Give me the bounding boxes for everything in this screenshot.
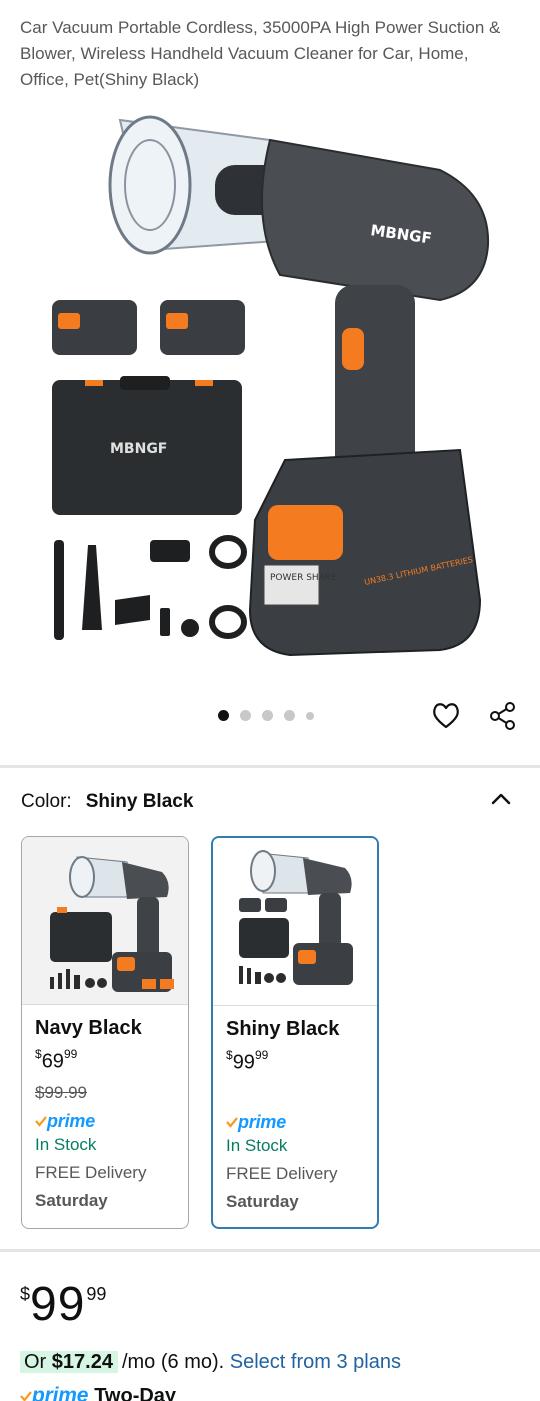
prime-check-icon: [226, 1117, 238, 1128]
variant-swatch-shiny-black[interactable]: Shiny Black $9999 prime In Stock FREE De…: [211, 836, 379, 1229]
product-title: Car Vacuum Portable Cordless, 35000PA Hi…: [20, 18, 501, 89]
delivery-day: Saturday: [35, 1191, 108, 1210]
list-price: [226, 1084, 377, 1106]
vacuum-body: POWER SHARE UN38.3 LITHIUM BATTERIES MBN…: [248, 138, 490, 657]
prime-badge: prime: [35, 1109, 188, 1133]
delivery-text: FREE Delivery: [226, 1164, 338, 1183]
section-divider: [0, 1249, 540, 1252]
installment-amount: $17.24: [51, 1351, 113, 1373]
variant-swatch-navy-black[interactable]: Navy Black $6999 $99.99 prime In Stock F…: [21, 836, 189, 1229]
wishlist-button[interactable]: [430, 700, 462, 732]
case-logo: MBNGF: [110, 441, 167, 457]
gallery-dot[interactable]: [218, 710, 229, 721]
prime-label: prime: [47, 1110, 96, 1131]
installment-prefix: Or: [24, 1351, 47, 1373]
gallery-dot[interactable]: [284, 710, 295, 721]
prime-label: prime: [238, 1111, 287, 1132]
stock-status: In Stock: [35, 1135, 97, 1154]
price-whole: 99: [30, 1278, 86, 1331]
installment-highlight: Or $17.24: [20, 1351, 118, 1373]
section-divider: [0, 765, 540, 768]
currency-symbol: $: [226, 1048, 233, 1062]
price-whole: 99: [232, 1051, 255, 1074]
prime-check-icon: [20, 1391, 32, 1401]
product-image[interactable]: POWER SHARE UN38.3 LITHIUM BATTERIES MBN…: [40, 100, 500, 660]
delivery-day: Saturday: [226, 1192, 299, 1211]
stock-status: In Stock: [226, 1136, 288, 1155]
select-plans-link[interactable]: Select from 3 plans: [230, 1351, 401, 1373]
currency-symbol: $: [20, 1284, 31, 1304]
prime-check-icon: [35, 1116, 47, 1127]
prime-label: prime: [32, 1384, 89, 1401]
gallery-dots[interactable]: [218, 710, 314, 721]
installment-term: /mo (6 mo).: [121, 1351, 225, 1373]
main-price: $ 99 99: [20, 1274, 106, 1336]
color-selector-header[interactable]: Color: Shiny Black: [21, 788, 520, 816]
shipping-speed: Two-Day: [94, 1384, 177, 1401]
variant-price: $9999: [226, 1048, 377, 1078]
price-fraction: 99: [254, 1048, 269, 1062]
variant-thumbnail: [213, 838, 377, 1006]
spare-batteries: [52, 300, 245, 355]
gallery-dot[interactable]: [240, 710, 251, 721]
prime-shipping: prime Two-Day: [20, 1384, 176, 1401]
variant-thumbnail: [22, 837, 188, 1005]
battery-power-share: POWER SHARE: [270, 573, 337, 583]
price-fraction: 99: [63, 1047, 78, 1061]
gallery-dot[interactable]: [262, 710, 273, 721]
share-button[interactable]: [487, 700, 519, 732]
color-selected-value: Shiny Black: [85, 791, 194, 812]
delivery-text: FREE Delivery: [35, 1163, 147, 1182]
variant-price: $6999: [35, 1047, 188, 1077]
chevron-up-icon[interactable]: [490, 792, 512, 806]
price-whole: 69: [41, 1050, 64, 1073]
price-fraction: 99: [86, 1284, 107, 1304]
prime-badge: prime: [226, 1110, 377, 1134]
variant-name: Shiny Black: [226, 1018, 340, 1040]
storage-case: MBNGF: [52, 376, 242, 515]
share-icon: [490, 702, 515, 730]
accessories: [54, 535, 247, 640]
currency-symbol: $: [35, 1047, 42, 1061]
heart-icon: [433, 703, 459, 729]
color-label: Color:: [21, 791, 72, 812]
variant-name: Navy Black: [35, 1017, 142, 1039]
installment-row: Or $17.24/mo (6 mo). Select from 3 plans: [20, 1348, 401, 1376]
list-price: $99.99: [35, 1083, 87, 1102]
gallery-dot[interactable]: [306, 711, 314, 720]
